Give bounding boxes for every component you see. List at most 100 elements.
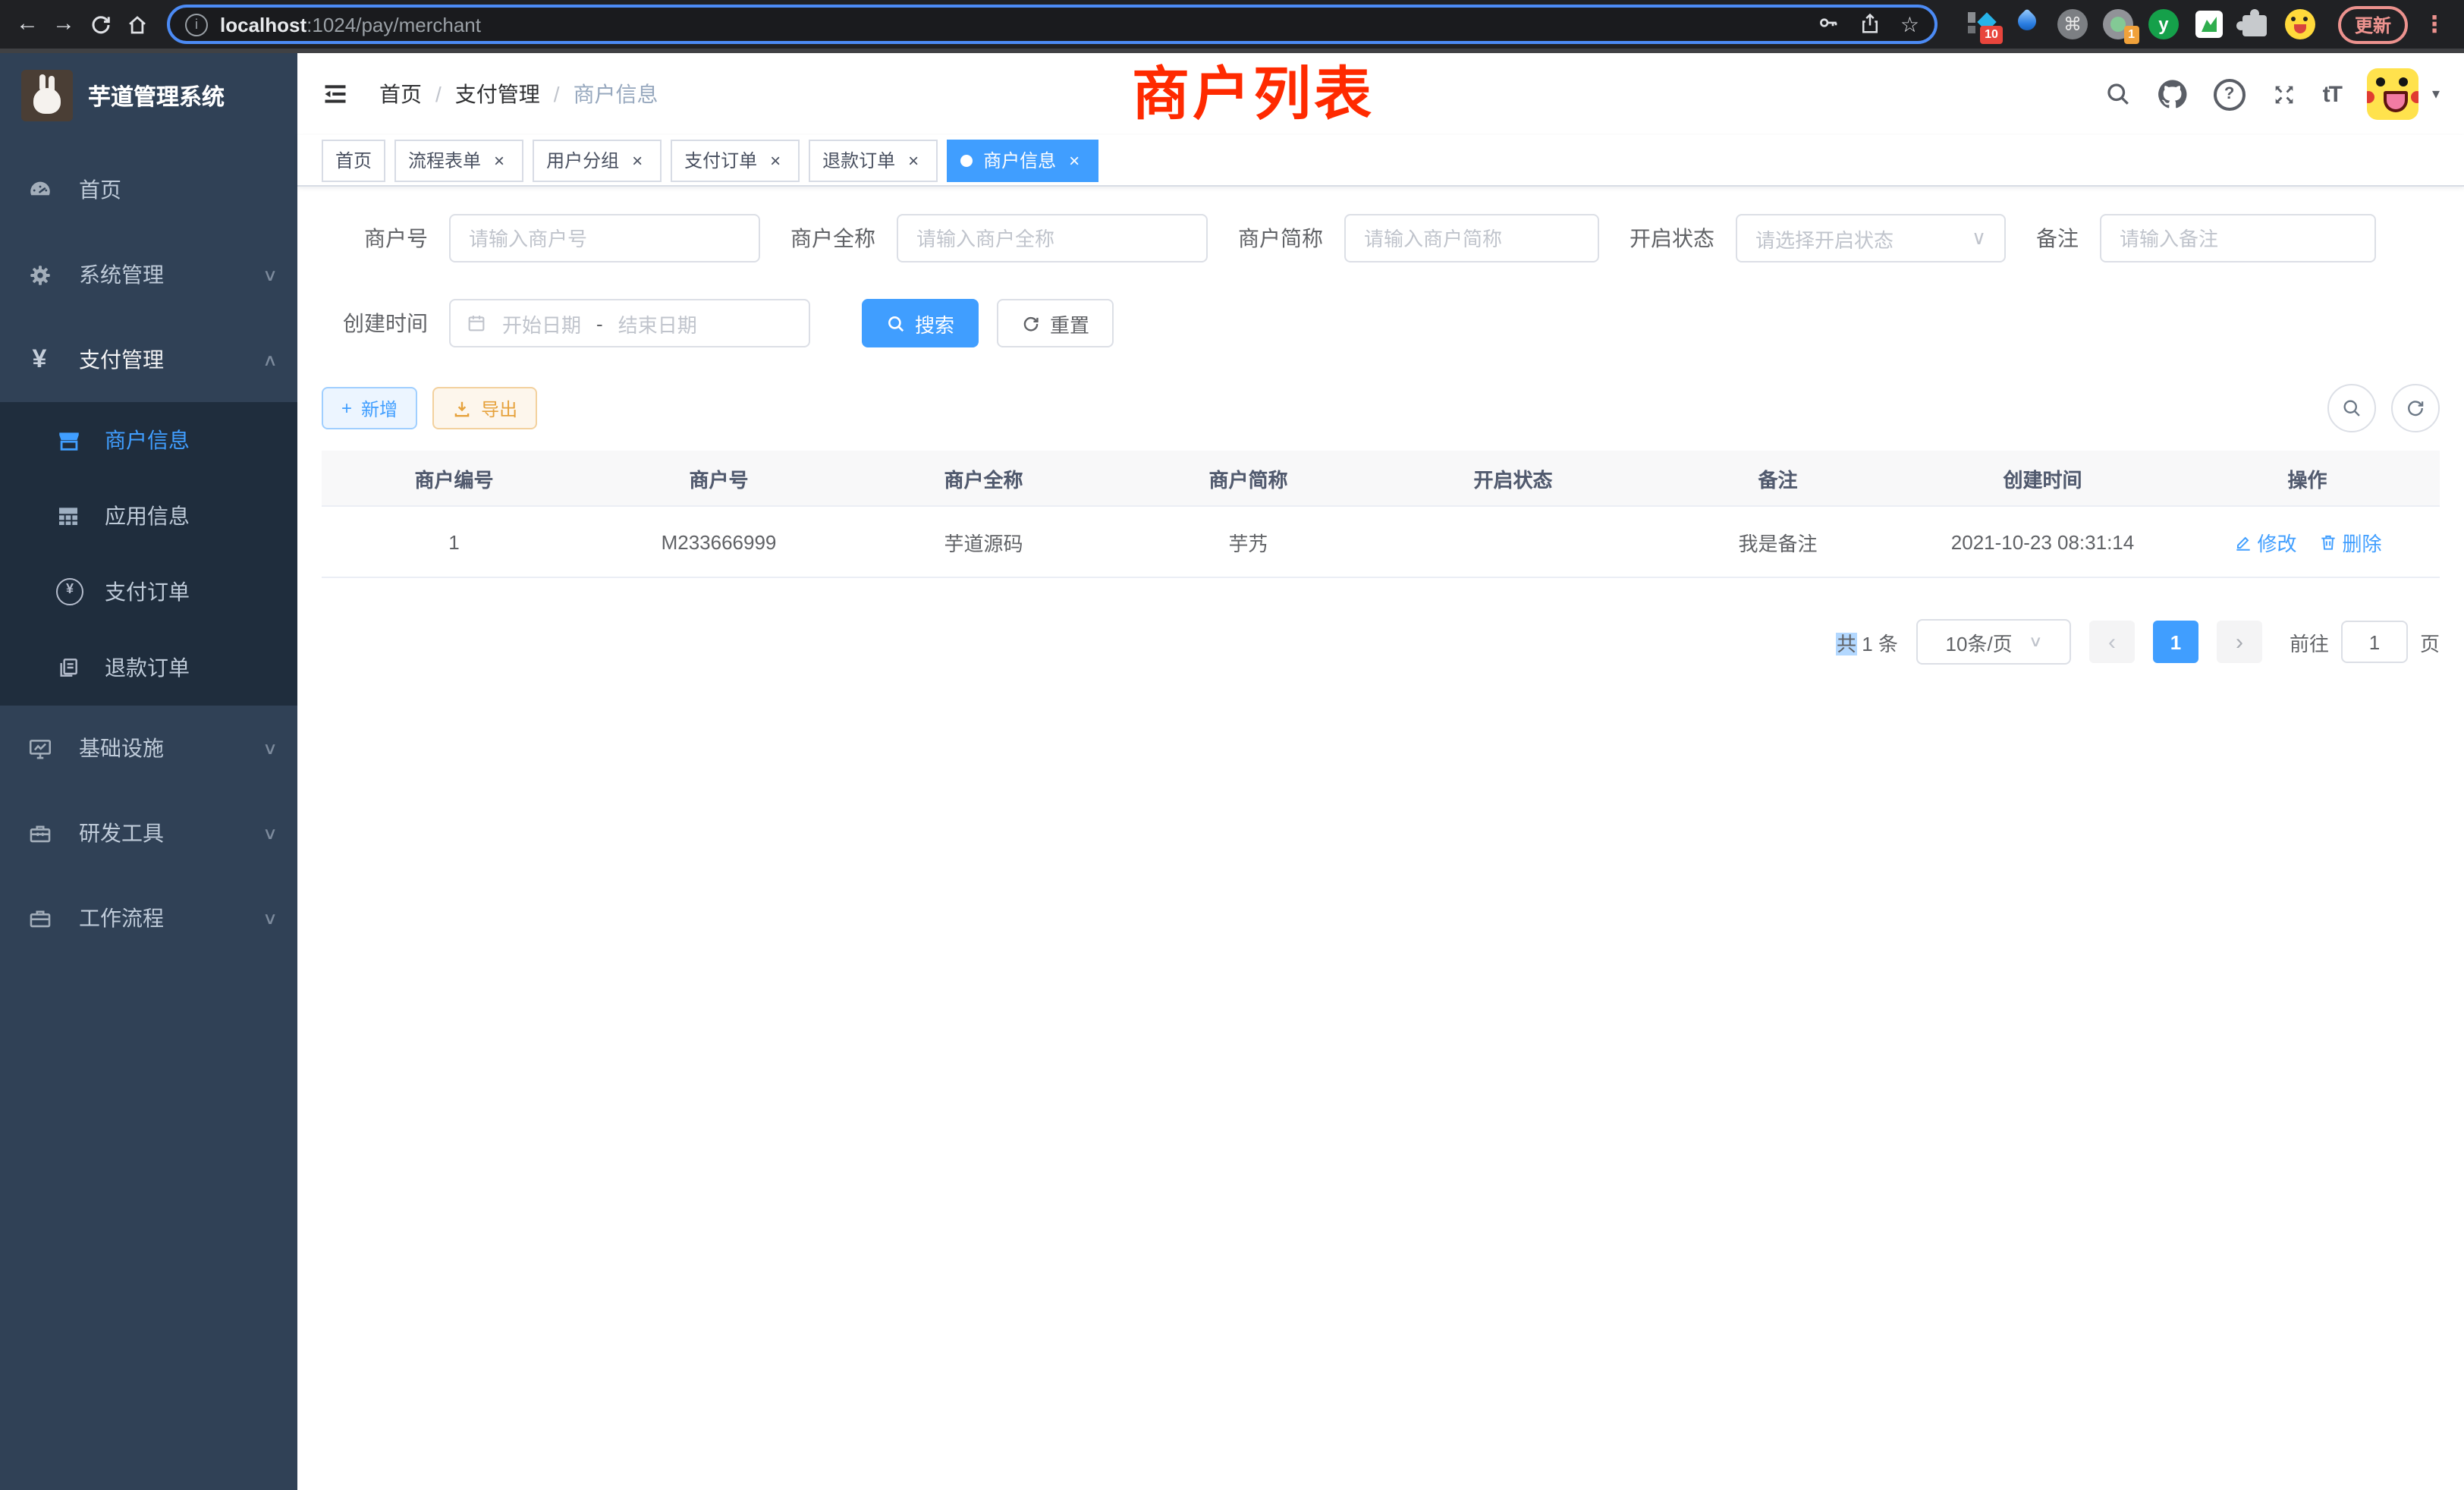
sidebar-item-label: 工作流程 <box>79 903 238 933</box>
bookmark-star-icon[interactable]: ☆ <box>1900 14 1919 35</box>
sidebar-item-label: 退款订单 <box>105 652 190 683</box>
page-jumper: 前往 页 <box>2290 621 2440 663</box>
close-icon[interactable]: × <box>765 149 786 171</box>
tab-user-group[interactable]: 用户分组× <box>533 139 662 181</box>
merchant-no-input[interactable] <box>449 214 760 262</box>
yen-circle-icon: ¥ <box>56 578 80 605</box>
breadcrumb-separator: / <box>554 82 560 106</box>
close-icon[interactable]: × <box>489 149 510 171</box>
extension-y-icon[interactable]: y <box>2148 9 2179 39</box>
sidebar-item-pay[interactable]: ¥ 支付管理 ∧ <box>0 317 297 402</box>
share-icon[interactable] <box>1859 11 1882 37</box>
end-date-placeholder: 结束日期 <box>618 309 697 338</box>
sidebar-fold-icon[interactable] <box>322 80 349 108</box>
tab-home[interactable]: 首页 <box>322 139 385 181</box>
extension-command-icon[interactable]: ⌘ <box>2057 9 2088 39</box>
cell-remark: 我是备注 <box>1645 527 1910 556</box>
refresh-table-button[interactable] <box>2391 384 2440 432</box>
page-info-icon[interactable]: i <box>185 13 208 36</box>
refresh-icon <box>1021 313 1041 333</box>
tab-merchant-info[interactable]: 商户信息× <box>947 139 1098 181</box>
extensions-puzzle-icon[interactable] <box>2239 9 2270 39</box>
show-search-toggle-button[interactable] <box>2327 384 2376 432</box>
avatar-caret-icon[interactable]: ▾ <box>2432 86 2440 102</box>
browser-toolbar: ← → i localhost :1024/pay/merchant ☆ 10 <box>0 0 2464 53</box>
breadcrumb-home[interactable]: 首页 <box>379 79 422 109</box>
tags-view-bar: 首页 流程表单× 用户分组× 支付订单× 退款订单× 商户信息× <box>297 135 2464 187</box>
prev-page-button[interactable]: ‹ <box>2089 621 2135 663</box>
forward-icon[interactable]: → <box>46 0 82 49</box>
sidebar-item-home[interactable]: 首页 <box>0 147 297 232</box>
back-icon[interactable]: ← <box>9 0 46 49</box>
reset-button[interactable]: 重置 <box>997 299 1114 347</box>
calendar-icon <box>466 313 487 334</box>
extension-kite-icon[interactable] <box>2012 9 2042 39</box>
reload-icon[interactable] <box>82 0 118 49</box>
sidebar-item-refund-order[interactable]: 退款订单 <box>0 630 297 706</box>
navbar-actions: ? tT ▾ <box>2104 68 2440 120</box>
browser-menu-icon[interactable]: ⋮ <box>2414 11 2455 38</box>
browser-update-button[interactable]: 更新 <box>2338 5 2408 43</box>
cell-short-name: 芋艿 <box>1116 527 1381 556</box>
column-header: 开启状态 <box>1381 464 1645 492</box>
sidebar-item-pay-order[interactable]: ¥ 支付订单 <box>0 554 297 630</box>
fullscreen-icon[interactable] <box>2271 81 2297 107</box>
sidebar-item-merchant-info[interactable]: 商户信息 <box>0 402 297 478</box>
edit-link[interactable]: 修改 <box>2233 527 2296 556</box>
create-time-range-picker[interactable]: 开始日期 - 结束日期 <box>449 299 810 347</box>
create-time-label: 创建时间 <box>322 308 428 338</box>
sidebar-item-label: 支付管理 <box>79 344 238 375</box>
home-icon[interactable] <box>118 0 155 49</box>
briefcase-icon <box>26 905 53 931</box>
sidebar-item-devtools[interactable]: 研发工具 ∨ <box>0 791 297 875</box>
sidebar-menu: 首页 系统管理 ∨ ¥ 支付管理 ∧ <box>0 147 297 960</box>
app-logo[interactable]: 芋道管理系统 <box>0 53 297 135</box>
goto-page-input[interactable] <box>2341 621 2408 663</box>
remark-input[interactable] <box>2100 214 2376 262</box>
password-key-icon[interactable] <box>1817 11 1841 38</box>
font-size-icon[interactable]: tT <box>2323 81 2341 107</box>
status-select[interactable]: 请选择开启状态 ∨ <box>1736 214 2006 262</box>
extension-recorder-icon[interactable]: 1 <box>2103 9 2133 39</box>
sidebar-item-label: 研发工具 <box>79 818 238 848</box>
page-suffix-label: 页 <box>2420 627 2440 656</box>
sidebar-item-app-info[interactable]: 应用信息 <box>0 478 297 554</box>
column-header: 商户号 <box>586 464 851 492</box>
logo-rabbit-image <box>21 70 73 121</box>
breadcrumb-pay: 支付管理 <box>455 79 540 109</box>
sidebar-item-label: 基础设施 <box>79 733 238 763</box>
page-size-select[interactable]: 10条/页 ∨ <box>1916 619 2071 665</box>
extension-badge: 1 <box>2123 26 2139 44</box>
header-search-icon[interactable] <box>2104 80 2132 108</box>
url-bar[interactable]: i localhost :1024/pay/merchant ☆ <box>167 5 1938 44</box>
help-icon[interactable]: ? <box>2214 78 2246 110</box>
tab-process-form[interactable]: 流程表单× <box>394 139 523 181</box>
short-name-input[interactable] <box>1344 214 1599 262</box>
export-button[interactable]: 导出 <box>432 387 537 429</box>
column-header: 商户编号 <box>322 464 586 492</box>
sidebar-item-system[interactable]: 系统管理 ∨ <box>0 232 297 317</box>
add-button[interactable]: + 新增 <box>322 387 417 429</box>
user-avatar[interactable] <box>2367 68 2418 120</box>
breadcrumb-current: 商户信息 <box>574 79 658 109</box>
sidebar-submenu-pay: 商户信息 应用信息 ¥ 支付订单 <box>0 402 297 706</box>
extension-diamond-icon[interactable]: 10 <box>1966 9 1997 39</box>
sidebar-item-workflow[interactable]: 工作流程 ∨ <box>0 875 297 960</box>
status-label: 开启状态 <box>1630 223 1714 253</box>
search-button[interactable]: 搜索 <box>862 299 979 347</box>
chevron-down-icon: ∨ <box>1972 226 1986 250</box>
tab-refund-order[interactable]: 退款订单× <box>809 139 938 181</box>
close-icon[interactable]: × <box>903 149 924 171</box>
tab-pay-order[interactable]: 支付订单× <box>671 139 800 181</box>
sidebar-item-infra[interactable]: 基础设施 ∨ <box>0 706 297 791</box>
top-navbar: 首页 / 支付管理 / 商户信息 ? <box>297 53 2464 135</box>
close-icon[interactable]: × <box>627 149 648 171</box>
close-icon[interactable]: × <box>1064 149 1085 171</box>
full-name-input[interactable] <box>897 214 1208 262</box>
page-number-button[interactable]: 1 <box>2153 621 2198 663</box>
profile-avatar-icon[interactable] <box>2285 9 2315 39</box>
delete-link[interactable]: 删除 <box>2318 527 2382 556</box>
next-page-button[interactable]: › <box>2217 621 2262 663</box>
github-icon[interactable] <box>2158 79 2188 109</box>
extension-chart-icon[interactable] <box>2194 9 2224 39</box>
